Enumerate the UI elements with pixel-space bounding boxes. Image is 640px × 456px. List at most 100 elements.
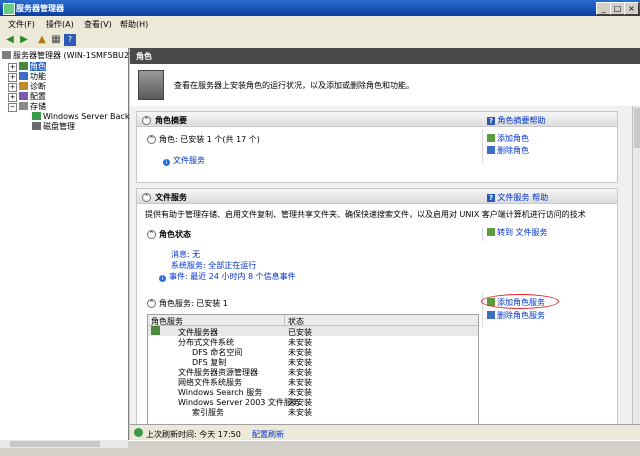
- file-services-help-link[interactable]: ? 文件服务 帮助: [487, 192, 548, 203]
- table-row[interactable]: DFS 命名空间 未安装: [148, 346, 478, 357]
- remove-role-services-icon: [487, 311, 495, 319]
- table-row[interactable]: DFS 复制 未安装: [148, 356, 478, 367]
- diagnostics-icon: [19, 82, 28, 90]
- show-hide-tree-icon[interactable]: ▦: [50, 34, 62, 46]
- goto-file-services-link[interactable]: 转到 文件服务: [482, 227, 548, 241]
- role-services-actions: 添加角色服务 删除角色服务: [481, 293, 613, 327]
- intro-text: 查看在服务器上安装角色的运行状况，以及添加或删除角色和功能。: [174, 81, 414, 90]
- refresh-icon: [134, 428, 143, 437]
- tree-item-configuration[interactable]: 配置: [19, 92, 46, 102]
- tree-item-windows-server-backup[interactable]: Windows Server Backup: [32, 112, 139, 122]
- info-icon: i: [159, 275, 166, 282]
- window-title: 服务器管理器: [16, 4, 64, 13]
- table-row[interactable]: 网络文件系统服务 未安装: [148, 376, 478, 387]
- role-services-table: 角色服务 状态 文件服务器 已安装 分布式文件系统 未安装 DFS 命名空间 未…: [147, 314, 479, 424]
- collapse-toggle[interactable]: ⌃: [142, 116, 151, 125]
- menu-bar: 文件(F) 操作(A) 查看(V) 帮助(H): [0, 16, 640, 33]
- expand-toggle[interactable]: +: [8, 73, 17, 82]
- back-icon[interactable]: ◀: [4, 34, 16, 46]
- table-row[interactable]: 分布式文件系统 未安装: [148, 336, 478, 347]
- events-link[interactable]: i 事件: 最近 24 小时内 8 个信息事件: [159, 271, 296, 282]
- page-title: 角色: [136, 52, 152, 61]
- help-icon: ?: [487, 194, 495, 202]
- intro-section: 查看在服务器上安装角色的运行状况，以及添加或删除角色和功能。: [130, 64, 640, 107]
- backup-icon: [32, 112, 41, 120]
- server-icon: [2, 51, 11, 59]
- expand-toggle[interactable]: +: [8, 93, 17, 102]
- table-row[interactable]: 文件服务器 已安装: [148, 326, 478, 337]
- menu-action[interactable]: 操作(A): [46, 19, 74, 30]
- menu-view[interactable]: 查看(V): [84, 19, 112, 30]
- up-folder-icon[interactable]: ▲: [36, 34, 48, 46]
- last-refresh-text: 上次刷新时间: 今天 17:50: [146, 430, 241, 439]
- configuration-icon: [19, 92, 28, 100]
- table-row[interactable]: Windows Search 服务 未安装: [148, 386, 478, 397]
- help-icon[interactable]: ?: [64, 34, 76, 46]
- page-header: 角色: [130, 48, 640, 64]
- main-content: ⌃ 角色摘要 ? 角色摘要帮助 ⌃ 角色: 已安装 1 个(共 17 个) i文…: [130, 106, 632, 424]
- refresh-status-bar: 上次刷新时间: 今天 17:50 配置刷新: [130, 424, 640, 441]
- roles-summary-title: 角色摘要: [155, 116, 187, 125]
- add-roles-icon: [487, 134, 495, 142]
- file-services-link[interactable]: i 文件服务: [163, 155, 205, 166]
- file-services-title: 文件服务: [155, 193, 187, 202]
- role-services-title: 角色服务: 已安装 1: [159, 299, 228, 308]
- file-services-header: ⌃ 文件服务 ? 文件服务 帮助: [137, 189, 617, 204]
- menu-help[interactable]: 帮助(H): [120, 19, 148, 30]
- scroll-thumb[interactable]: [634, 108, 640, 148]
- forward-icon[interactable]: ▶: [18, 34, 30, 46]
- server-manager-icon: [3, 3, 15, 15]
- menu-file[interactable]: 文件(F): [8, 19, 35, 30]
- vertical-scrollbar[interactable]: [632, 106, 640, 424]
- scroll-thumb[interactable]: [10, 441, 100, 447]
- collapse-toggle[interactable]: ⌃: [147, 230, 156, 239]
- table-row[interactable]: 索引服务 未安装: [148, 406, 478, 417]
- goto-icon: [487, 228, 495, 236]
- table-row[interactable]: Windows Server 2003 文件服务 未安装: [148, 396, 478, 407]
- remove-roles-link[interactable]: 删除角色: [487, 145, 529, 156]
- roles-summary-help-link[interactable]: ? 角色摘要帮助: [487, 115, 546, 126]
- role-status-title: 角色状态: [159, 230, 191, 239]
- info-icon: i: [163, 159, 170, 166]
- roles-icon: [19, 62, 28, 70]
- collapse-toggle[interactable]: −: [8, 103, 17, 112]
- tree-horizontal-scrollbar[interactable]: [0, 440, 128, 448]
- expand-toggle[interactable]: +: [8, 83, 17, 92]
- roles-summary-header: ⌃ 角色摘要 ? 角色摘要帮助: [137, 112, 617, 127]
- tree-root[interactable]: 服务器管理器 (WIN-1SMF5BU2S3: [2, 51, 139, 61]
- messages-link[interactable]: 消息: 无: [171, 249, 200, 260]
- table-row[interactable]: 文件服务器资源管理器 未安装: [148, 366, 478, 377]
- installed-icon: [151, 326, 160, 335]
- features-icon: [19, 72, 28, 80]
- expand-toggle[interactable]: +: [8, 63, 17, 72]
- navigation-tree: 服务器管理器 (WIN-1SMF5BU2S3 + 角色 + 功能 + 诊断 + …: [0, 48, 139, 440]
- tree-item-roles[interactable]: 角色: [19, 62, 46, 72]
- highlight-circle: [481, 294, 559, 309]
- column-divider: [284, 315, 285, 325]
- tree-item-features[interactable]: 功能: [19, 72, 46, 82]
- collapse-toggle[interactable]: ⌃: [147, 135, 156, 144]
- file-services-panel: ⌃ 文件服务 ? 文件服务 帮助 提供有助于管理存储、启用文件复制、管理共享文件…: [136, 188, 618, 424]
- table-header: 角色服务 状态: [148, 315, 478, 326]
- roles-summary-panel: ⌃ 角色摘要 ? 角色摘要帮助 ⌃ 角色: 已安装 1 个(共 17 个) i文…: [136, 111, 618, 183]
- roles-actions: 添加角色 删除角色: [482, 129, 613, 163]
- maximize-button[interactable]: □: [610, 2, 625, 15]
- remove-role-services-link[interactable]: 删除角色服务: [487, 310, 545, 321]
- title-bar: 服务器管理器 _ □ ×: [0, 0, 640, 16]
- tree-item-storage[interactable]: 存储: [19, 102, 46, 112]
- minimize-button[interactable]: _: [596, 2, 611, 15]
- help-icon: ?: [487, 117, 495, 125]
- collapse-toggle[interactable]: ⌃: [147, 299, 156, 308]
- roles-banner-icon: [138, 70, 164, 100]
- tree-item-disk-management[interactable]: 磁盘管理: [32, 122, 75, 132]
- remove-roles-icon: [487, 146, 495, 154]
- tree-item-diagnostics[interactable]: 诊断: [19, 82, 46, 92]
- close-button[interactable]: ×: [624, 2, 639, 15]
- file-services-description: 提供有助于管理存储、启用文件复制、管理共享文件夹、确保快速搜索文件，以及启用对 …: [145, 210, 586, 219]
- system-services-link[interactable]: 系统服务: 全部正在运行: [171, 260, 256, 271]
- configure-refresh-link[interactable]: 配置刷新: [252, 429, 284, 440]
- disk-icon: [32, 122, 41, 130]
- collapse-toggle[interactable]: ⌃: [142, 193, 151, 202]
- roles-installed-count: 角色: 已安装 1 个(共 17 个): [159, 135, 260, 144]
- add-roles-link[interactable]: 添加角色: [487, 133, 529, 144]
